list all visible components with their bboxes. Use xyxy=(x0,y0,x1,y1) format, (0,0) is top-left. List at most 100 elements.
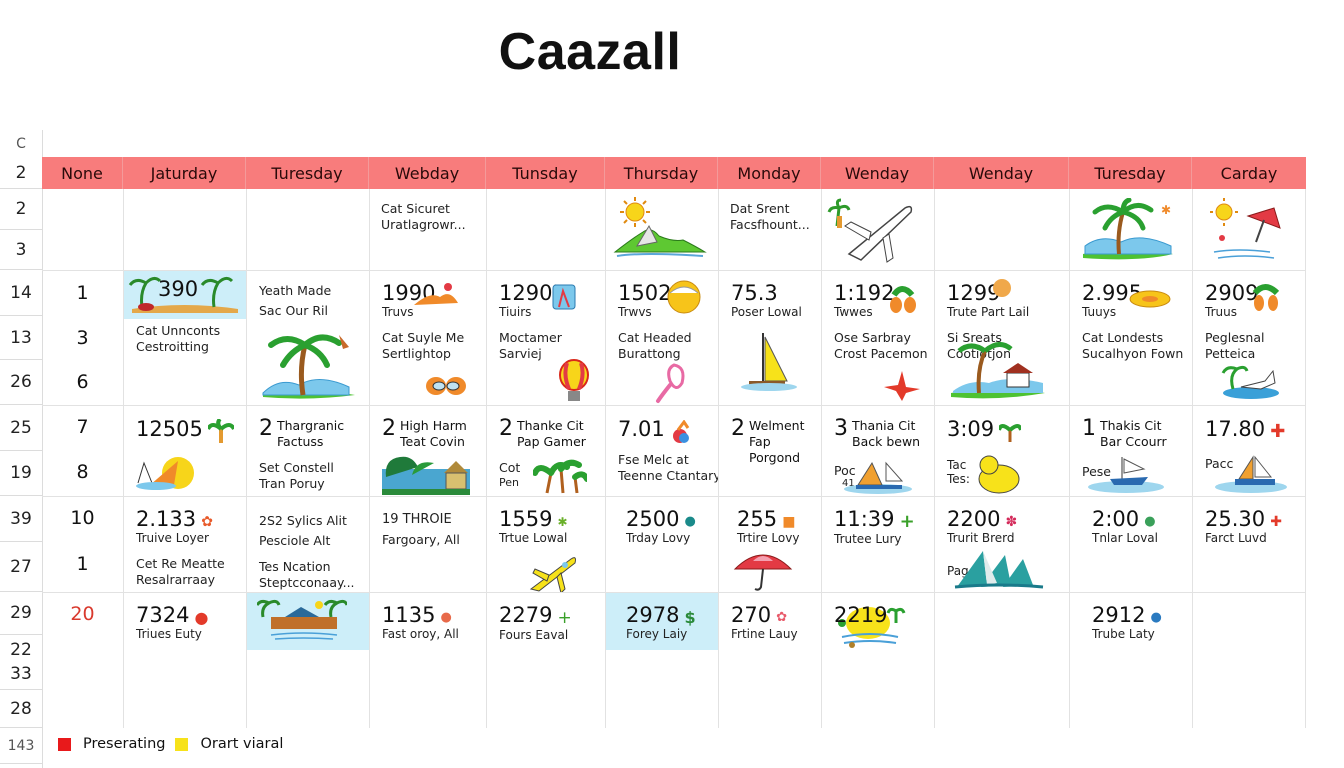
starfish-icon xyxy=(884,371,920,401)
calendar-cell-highlighted[interactable]: 2978 $ Forey Laiy xyxy=(606,593,718,650)
event-label: Fast oroy, All xyxy=(382,627,459,641)
column-header[interactable]: Turesday xyxy=(1069,157,1192,189)
calendar-cell[interactable]: 2219 xyxy=(822,597,934,728)
duck-icon xyxy=(978,455,1020,494)
calendar-cell[interactable]: 11:39 + Trutee Lury xyxy=(822,501,934,592)
calendar-cell[interactable]: Cat Unnconts Cestroitting xyxy=(124,319,246,379)
event-title: Yeath Made xyxy=(259,283,332,298)
row-label[interactable]: 29 xyxy=(0,592,42,635)
calendar-cell[interactable]: 7.01 Fse Melc at Teenne Ctantary xyxy=(606,411,718,496)
calendar-cell[interactable]: 2 Thanke Cit Pap Gamer Cot Pen xyxy=(487,411,605,496)
row-label[interactable]: 19 xyxy=(0,451,42,496)
column-header[interactable]: Thursday xyxy=(605,157,718,189)
postcard-icon xyxy=(552,284,576,310)
calendar-cell[interactable]: 1559 ✱ Trtue Lowal xyxy=(487,501,605,592)
row-number: 20 xyxy=(70,603,95,625)
calendar-cell[interactable]: 2500 ● Trday Lovy xyxy=(606,501,718,592)
column-header[interactable]: Monday xyxy=(718,157,821,189)
column-header[interactable]: Webday xyxy=(369,157,486,189)
calendar-cell[interactable]: ✱ xyxy=(1069,190,1192,270)
calendar-cell[interactable]: 2:00 ● Tnlar Loval xyxy=(1070,501,1192,592)
calendar-cell[interactable]: 1 Thakis Cit Bar Ccourr Pese xyxy=(1070,411,1192,496)
column-header[interactable]: Wenday xyxy=(934,157,1069,189)
row-label[interactable]: 143 xyxy=(0,728,42,764)
column-header[interactable]: Carday xyxy=(1192,157,1306,189)
event-detail: Fap Porgond xyxy=(749,434,801,465)
calendar-cell[interactable] xyxy=(1192,190,1305,270)
calendar-cell[interactable]: 255 ■ Trtire Lovy xyxy=(719,501,821,592)
legend-swatch-yellow xyxy=(175,737,189,751)
jungle-hut-icon xyxy=(382,456,470,495)
column-header[interactable]: None xyxy=(42,157,123,189)
calendar-cell[interactable]: Dat Srent Facsfhount... xyxy=(718,195,821,270)
event-title: Dat Srent xyxy=(730,201,790,216)
event-value: 255 xyxy=(737,507,778,531)
sparkle-icon: ✱ xyxy=(557,514,568,529)
calendar-cell[interactable]: 2.133 ✿ Truive Loyer Cet Re Meatte Resal… xyxy=(124,501,246,592)
calendar-cell[interactable]: 17.80 ✚ Pacc xyxy=(1193,411,1305,496)
beach-umbrella-icon xyxy=(733,554,793,591)
calendar-cell[interactable]: 2 High Harm Teat Covin xyxy=(370,411,486,496)
beach-house-icon xyxy=(951,342,1045,399)
calendar-cell[interactable]: 19 THROIE Fargoary, All xyxy=(370,503,486,592)
hot-air-balloon-icon xyxy=(559,359,589,401)
row-label-pair[interactable]: 22 33 xyxy=(0,635,42,690)
calendar-cell[interactable]: Cat Sicuret Uratlagrowr... xyxy=(369,195,486,270)
calendar-cell[interactable]: 270 ✿ Frtine Lauy xyxy=(719,597,821,728)
column-header[interactable]: Turesday xyxy=(246,157,369,189)
calendar-cell[interactable] xyxy=(605,190,718,270)
row-label[interactable]: 14 xyxy=(0,270,42,316)
row-label[interactable]: 25 xyxy=(0,405,42,451)
row-label[interactable]: 27 xyxy=(0,542,42,592)
calendar-cell[interactable]: 1135 ● Fast oroy, All xyxy=(370,597,486,728)
calendar-cell[interactable]: 1990 Truvs Cat Suyle Me Sertlightop xyxy=(370,275,486,405)
event-count: 1 xyxy=(1082,416,1096,441)
row-label[interactable]: 13 xyxy=(0,316,42,360)
calendar-cell-highlighted[interactable] xyxy=(247,593,369,650)
beach-book-icon xyxy=(414,283,458,305)
row-label[interactable]: 2 xyxy=(0,189,42,230)
calendar-cell[interactable]: 1:192 Twwes Ose Sarbray Crost Pacemon xyxy=(822,275,934,405)
event-value: 390 xyxy=(158,277,199,301)
calendar-cell[interactable]: 12905 Tiuirs Moctamer Sarviej xyxy=(487,275,605,405)
event-count: 2 xyxy=(259,416,273,441)
event-title: Thakis Cit xyxy=(1100,418,1162,433)
column-header[interactable]: Tunsday xyxy=(486,157,605,189)
calendar-cell[interactable]: 2 Welment Fap Porgond xyxy=(719,411,821,496)
event-value: 2912 xyxy=(1092,603,1146,627)
row-label[interactable]: 3 xyxy=(0,230,42,270)
calendar-cell-highlighted[interactable]: 390 xyxy=(124,271,246,319)
calendar-cell[interactable]: 2912 ● Trube Laty xyxy=(1070,597,1192,728)
event-label: Fours Eaval xyxy=(499,627,569,642)
calendar-cell[interactable]: 2909 Truus Peglesnal Petteica xyxy=(1193,275,1305,405)
calendar-cell[interactable]: 2 Thargranic Factuss Set Constell Tran Po… xyxy=(247,411,369,496)
calendar-cell[interactable]: 25.30 ✚ Farct Luvd xyxy=(1193,501,1305,592)
calendar-cell[interactable]: 12505 xyxy=(124,411,246,496)
calendar-cell[interactable]: 2S2 Sylics Alit Pesciole Alt Tes Ncation… xyxy=(247,505,369,592)
calendar-cell[interactable]: 1299 Trute Part Lail Si Sreats Cootiotjo… xyxy=(935,275,1069,405)
calendar-cell[interactable]: 2.995 Tuuys Cat Londests Sucalhyon Fown xyxy=(1070,275,1192,405)
calendar-cell[interactable]: 75.3 Poser Lowal xyxy=(719,275,821,405)
column-header[interactable]: Jaturday xyxy=(123,157,246,189)
row-label[interactable]: 28 xyxy=(0,690,42,728)
row-label[interactable]: 2 xyxy=(0,157,42,189)
calendar-cell[interactable]: 2200 ✽ Trurit Brerd Pag xyxy=(935,501,1069,592)
event-count: 3 xyxy=(834,416,848,441)
row-label[interactable]: 39 xyxy=(0,496,42,542)
calendar-cell[interactable]: 2279 + Fours Eaval xyxy=(487,597,605,728)
event-value: 11:39 xyxy=(834,507,895,531)
row-label[interactable]: 26 xyxy=(0,360,42,405)
calendar-cell[interactable]: Yeath Made Sac Our Ril xyxy=(247,275,369,405)
calendar-cell[interactable]: 1502 Trwvs Cat Headed Burattong xyxy=(606,275,718,405)
legend: Preserating Orart viaral xyxy=(58,736,293,752)
event-label: Trutee Lury xyxy=(834,532,902,546)
event-value: 17.80 xyxy=(1205,417,1266,441)
event-detail: Pesciole Alt xyxy=(259,533,331,548)
calendar-cell[interactable] xyxy=(821,190,934,270)
calendar-cell[interactable]: 7324 ● Triues Euty xyxy=(124,597,246,728)
calendar-cell[interactable]: 3:09 Tac Tes: xyxy=(935,411,1069,496)
column-header[interactable]: Wenday xyxy=(821,157,934,189)
red-cross-icon: ✚ xyxy=(1270,421,1286,442)
event-title: Welment xyxy=(749,418,805,433)
calendar-cell[interactable]: 3 Thania Cit Back bewn Poc 41 xyxy=(822,411,934,496)
